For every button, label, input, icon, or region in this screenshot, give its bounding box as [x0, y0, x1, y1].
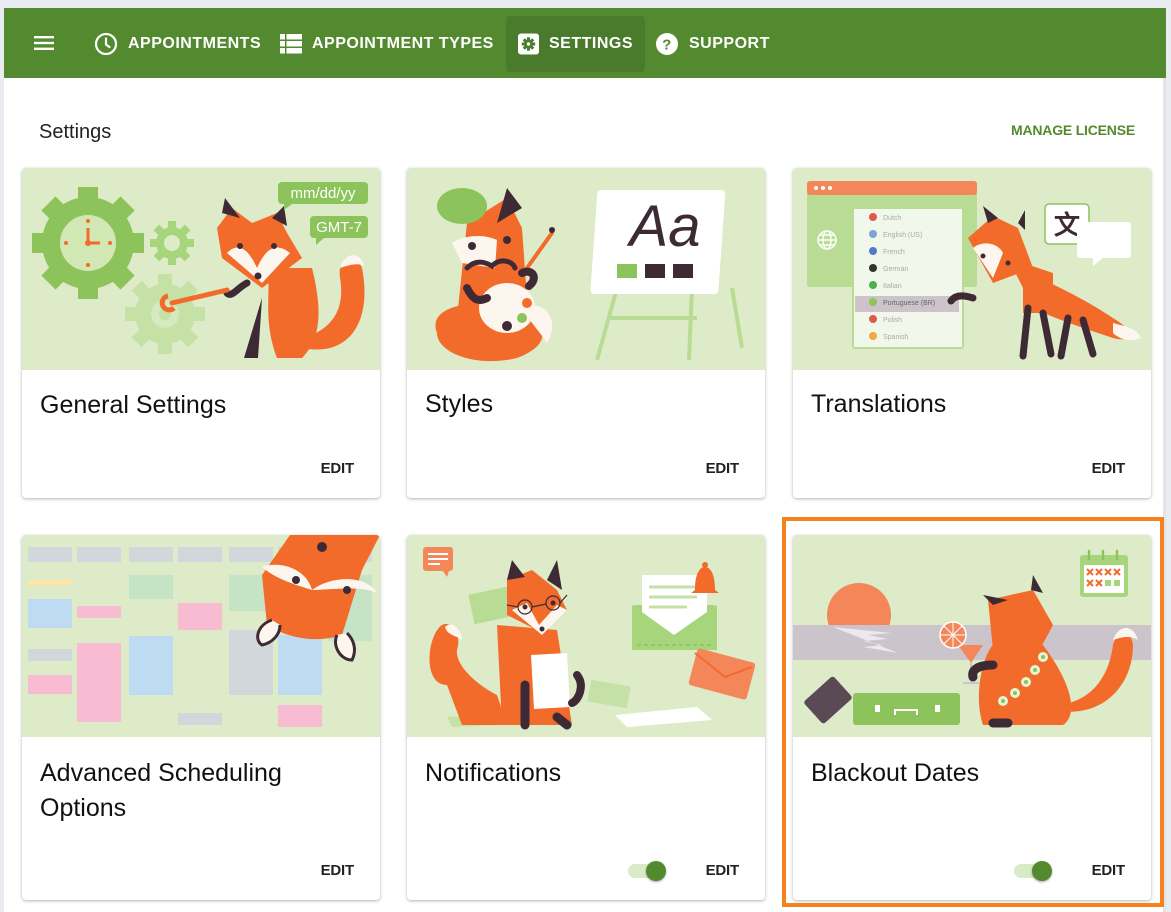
nav-settings[interactable]: SETTINGS — [506, 16, 645, 72]
card-title-line1: Advanced Scheduling — [40, 759, 282, 787]
manage-license-button[interactable]: MANAGE LICENSE — [1011, 122, 1135, 138]
edit-blackout-dates-button[interactable]: EDIT — [1092, 862, 1126, 879]
edit-translations-button[interactable]: EDIT — [1092, 460, 1126, 477]
timezone-bubble: GMT-7 — [310, 216, 368, 245]
language-option: English (US) — [883, 232, 922, 239]
nav-settings-label: SETTINGS — [548, 35, 633, 52]
flag-icon — [869, 332, 877, 340]
hamburger-menu-icon — [34, 36, 54, 50]
calendar-icon — [1080, 549, 1128, 597]
flag-icon — [869, 315, 877, 323]
nav-appointment-types[interactable]: APPOINTMENT TYPES — [268, 16, 506, 72]
notifications-illustration — [407, 535, 765, 737]
orange-envelope-icon — [688, 648, 756, 700]
card-translations: Dutch English (US) French German Italian Port… — [793, 168, 1151, 498]
styles-illustration: Aa — [407, 168, 765, 370]
card-advanced-scheduling-options: Advanced Scheduling Options EDIT — [22, 535, 380, 900]
notifications-toggle[interactable] — [628, 861, 668, 881]
language-option: Dutch — [883, 215, 901, 222]
scheduling-calendar-illustration — [22, 535, 380, 737]
language-option: Spanish — [883, 334, 908, 341]
svg-text:?: ? — [662, 37, 672, 54]
svg-text:GMT-7: GMT-7 — [316, 219, 362, 236]
page: APPOINTMENTS APPOINTMENT TYPES SETTINGS … — [4, 8, 1166, 912]
flag-icon — [869, 298, 877, 306]
card-title: General Settings — [40, 391, 227, 419]
language-option: Portuguese (BR) — [883, 300, 935, 307]
list-icon — [280, 34, 302, 54]
card-title: Notifications — [425, 759, 562, 787]
language-option: French — [883, 249, 905, 256]
language-list — [852, 207, 964, 349]
flag-icon — [869, 230, 877, 238]
edit-advanced-scheduling-button[interactable]: EDIT — [321, 862, 355, 879]
translations-illustration: Dutch English (US) French German Italian Port… — [793, 168, 1151, 370]
language-option: Italian — [883, 283, 902, 290]
edit-general-settings-button[interactable]: EDIT — [321, 460, 355, 477]
edit-styles-button[interactable]: EDIT — [706, 460, 740, 477]
date-format-bubble: mm/dd/yy — [278, 182, 368, 210]
card-general-settings: mm/dd/yy GMT-7 General Settings EDIT — [22, 168, 380, 498]
clock-icon — [94, 32, 118, 56]
language-option: Polish — [883, 317, 902, 324]
blackout-dates-toggle[interactable] — [1014, 861, 1054, 881]
nav-appointments[interactable]: APPOINTMENTS — [82, 16, 273, 72]
card-title: Translations — [811, 390, 947, 418]
general-settings-illustration: mm/dd/yy GMT-7 — [22, 168, 380, 370]
language-option: German — [883, 266, 908, 273]
nav-appointments-label: APPOINTMENTS — [128, 35, 262, 52]
blackout-dates-illustration — [793, 535, 1151, 737]
card-title-line2: Options — [40, 794, 127, 822]
card-styles: Aa Styles EDIT — [407, 168, 765, 498]
flag-icon — [869, 247, 877, 255]
card-title: Advanced Scheduling Options — [40, 756, 282, 826]
easel-icon: Aa — [590, 190, 744, 361]
card-title: Styles — [425, 390, 494, 418]
svg-text:Aa: Aa — [627, 194, 701, 259]
svg-text:文: 文 — [1054, 210, 1081, 240]
nav-support[interactable]: ? SUPPORT — [643, 16, 782, 72]
toggle-thumb — [646, 861, 666, 881]
flag-icon — [869, 213, 877, 221]
card-blackout-dates: Blackout Dates EDIT — [793, 535, 1151, 900]
toggle-thumb — [1032, 861, 1052, 881]
help-circle-icon: ? — [656, 33, 678, 55]
top-navigation-bar: APPOINTMENTS APPOINTMENT TYPES SETTINGS … — [4, 8, 1166, 78]
nav-support-label: SUPPORT — [689, 35, 770, 52]
page-title: Settings — [39, 121, 112, 143]
nav-appointment-types-label: APPOINTMENT TYPES — [312, 35, 494, 52]
translate-bubble-icon: 文 — [1044, 203, 1131, 266]
flag-icon — [869, 281, 877, 289]
svg-text:mm/dd/yy: mm/dd/yy — [290, 185, 356, 202]
artist-fox-icon — [435, 188, 555, 362]
edit-notifications-button[interactable]: EDIT — [706, 862, 740, 879]
flag-icon — [869, 264, 877, 272]
suitcase-icon — [804, 676, 960, 725]
reading-fox-icon — [429, 560, 585, 730]
chat-bubble-icon — [423, 547, 453, 577]
card-notifications: Notifications EDIT — [407, 535, 765, 900]
gear-icon — [518, 33, 539, 55]
card-title: Blackout Dates — [811, 759, 980, 787]
menu-button[interactable] — [32, 31, 56, 55]
